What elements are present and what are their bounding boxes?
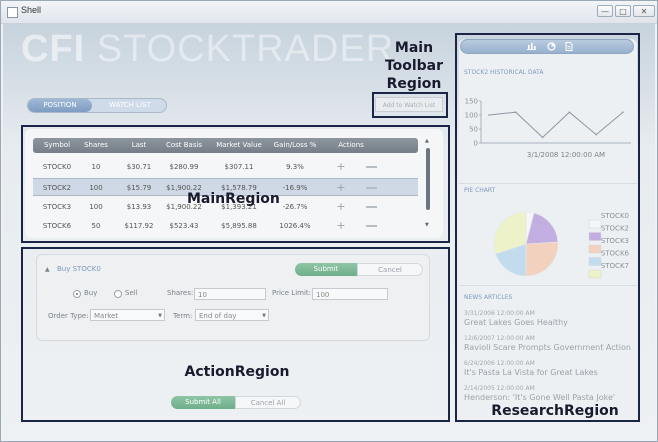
toolbar-label-line1: Main bbox=[394, 40, 434, 56]
tab-position[interactable]: POSITION bbox=[28, 99, 92, 112]
close-button[interactable]: ✕ bbox=[633, 5, 655, 17]
title-bar: Shell — □ ✕ bbox=[1, 1, 657, 24]
window-title: Shell bbox=[21, 5, 42, 15]
research-region-frame bbox=[455, 33, 640, 422]
app-icon bbox=[7, 7, 18, 18]
main-region-frame bbox=[21, 125, 450, 243]
brand-watermark: CFI STOCKTRADER bbox=[21, 28, 394, 71]
brand-logo-text: CFI bbox=[21, 28, 86, 70]
brand-name-text: STOCKTRADER bbox=[96, 28, 395, 70]
minimize-button[interactable]: — bbox=[597, 5, 613, 17]
action-region-frame bbox=[21, 247, 450, 422]
toolbar-region-label: Main Toolbar Region bbox=[379, 39, 449, 93]
shell-window: Shell — □ ✕ CFI STOCKTRADER POSITION WAT… bbox=[0, 0, 658, 442]
maximize-button[interactable]: □ bbox=[615, 5, 631, 17]
toolbar-label-line2: Toolbar bbox=[384, 58, 444, 74]
position-tab-bar: POSITION WATCH LIST bbox=[27, 98, 167, 113]
add-to-watch-list-button[interactable]: Add to Watch List bbox=[375, 97, 443, 112]
tab-watch-list[interactable]: WATCH LIST bbox=[94, 99, 166, 112]
toolbar-label-line3: Region bbox=[386, 76, 442, 92]
